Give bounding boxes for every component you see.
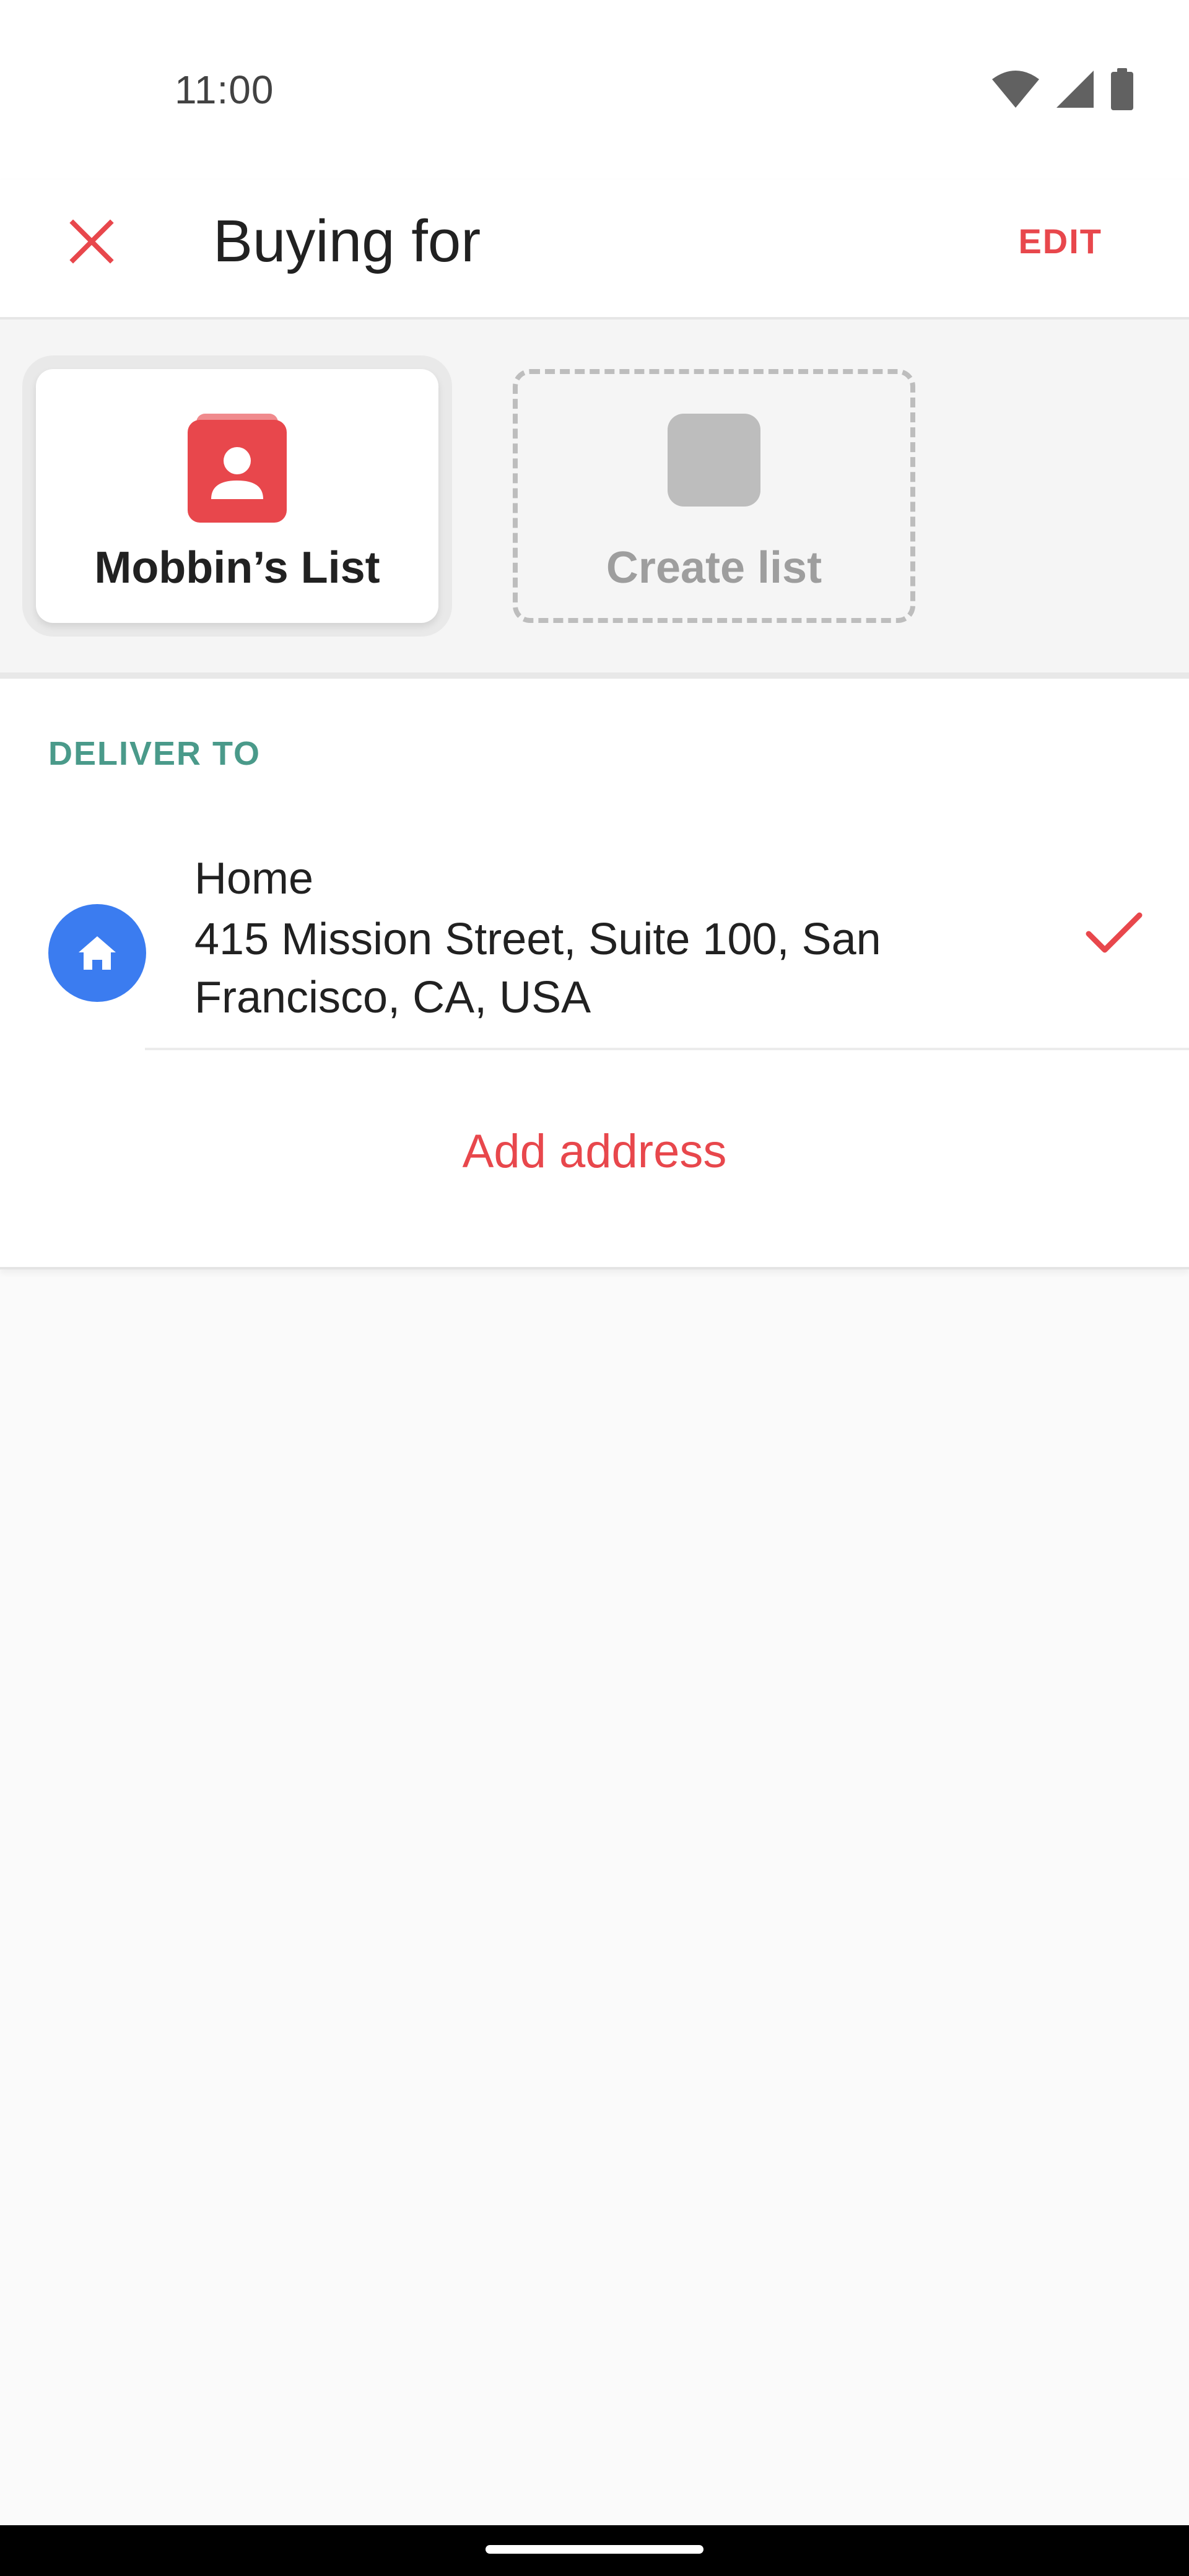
- home-gesture-handle[interactable]: [486, 2545, 703, 2554]
- checkmark-icon: [1086, 912, 1143, 953]
- list-card-mobbins-list[interactable]: Mobbin’s List: [36, 369, 438, 623]
- contact-book-icon: [188, 414, 287, 526]
- close-button[interactable]: [54, 204, 129, 279]
- list-card-label: Create list: [606, 543, 822, 593]
- list-card-label: Mobbin’s List: [94, 543, 380, 593]
- battery-icon: [1111, 68, 1133, 110]
- status-bar: 11:00: [0, 0, 1189, 180]
- close-icon: [69, 219, 114, 264]
- address-row-home[interactable]: Home 415 Mission Street, Suite 100, San …: [0, 846, 1189, 1050]
- address-text: 415 Mission Street, Suite 100, San Franc…: [194, 915, 881, 1022]
- edit-button[interactable]: EDIT: [1018, 204, 1102, 279]
- system-nav-bar: [0, 2525, 1189, 2576]
- wifi-icon: [992, 71, 1039, 108]
- app-bar: Buying for EDIT: [0, 180, 1189, 320]
- status-time: 11:00: [175, 67, 274, 112]
- cellular-signal-icon: [1056, 71, 1094, 108]
- avatar: [48, 904, 146, 1002]
- status-icons: [991, 68, 1135, 110]
- lists-strip: Mobbin’s List Create list: [0, 320, 1189, 679]
- add-address-button[interactable]: Add address: [0, 1125, 1189, 1178]
- page-title: Buying for: [213, 208, 481, 274]
- home-icon: [79, 936, 116, 970]
- deliver-to-section: DELIVER TO Home 415 Mission Street, Suit…: [0, 679, 1189, 1269]
- create-list-button[interactable]: Create list: [513, 369, 915, 623]
- section-heading: DELIVER TO: [48, 735, 261, 772]
- address-label: Home: [194, 854, 314, 903]
- divider: [145, 1048, 1189, 1050]
- placeholder-square-icon: [668, 414, 760, 510]
